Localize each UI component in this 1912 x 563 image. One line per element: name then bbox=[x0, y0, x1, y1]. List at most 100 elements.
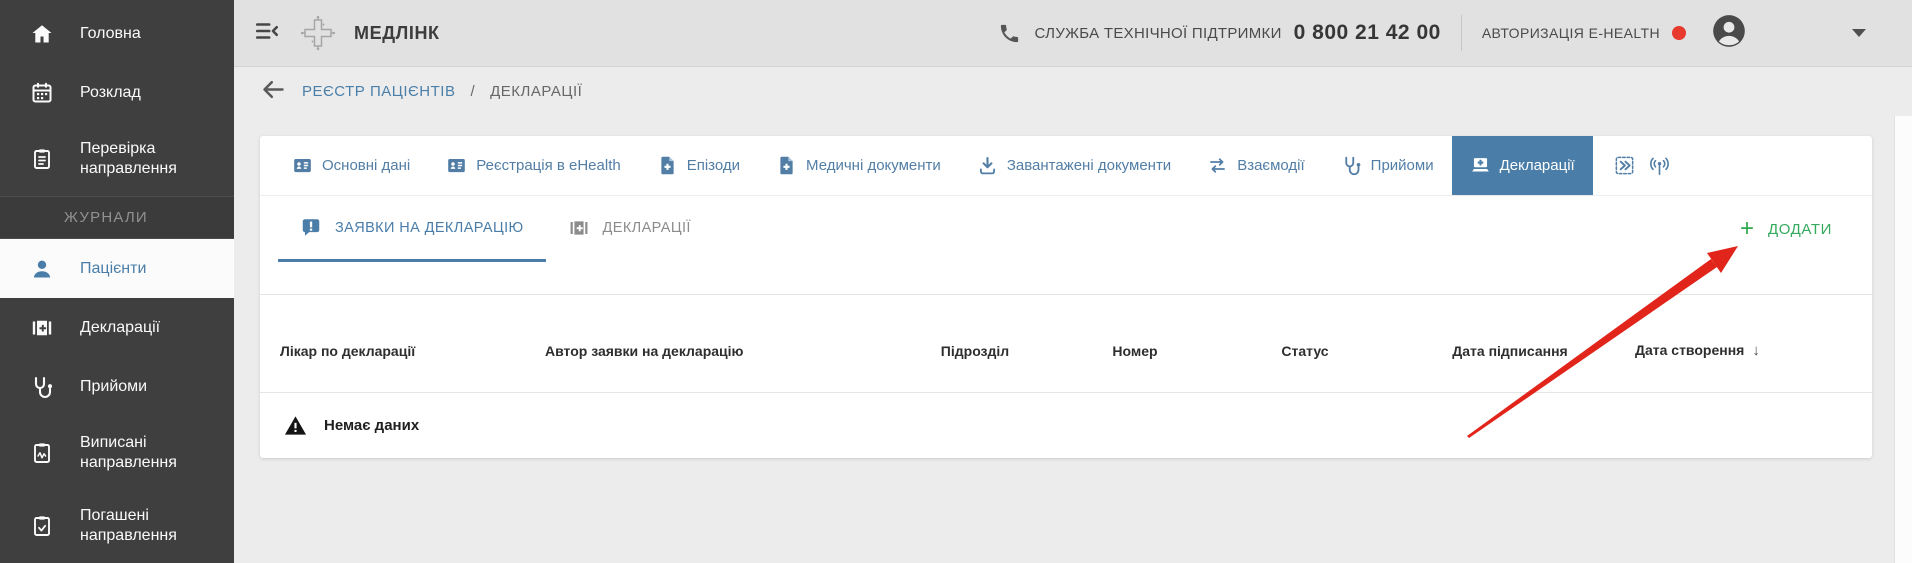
declarations-subtab-bar: ЗАЯВКИ НА ДЕКЛАРАЦІЮ ДЕКЛАРАЦІЇ + ДОДАТИ bbox=[260, 196, 1872, 295]
tab[interactable]: Завантажені документи bbox=[959, 136, 1189, 195]
patient-tabs-row: Основні дані Реєстрація в eHealth Епізоди М… bbox=[260, 136, 1872, 196]
tab[interactable] bbox=[1599, 136, 1685, 195]
tab[interactable]: Декларації bbox=[1452, 136, 1593, 195]
subtab-label: ЗАЯВКИ НА ДЕКЛАРАЦІЮ bbox=[335, 220, 524, 236]
sidebar-nav: Головна Розклад Перевірка направлення ЖУРНА… bbox=[0, 0, 234, 563]
collapse-sidebar-button[interactable] bbox=[254, 18, 280, 49]
sidebar-item[interactable]: Погашені направлення bbox=[0, 490, 234, 563]
tab[interactable]: Медичні документи bbox=[758, 136, 959, 195]
clipboard-pulse-icon bbox=[30, 441, 54, 465]
person-icon bbox=[30, 257, 54, 281]
ehealth-status-dot bbox=[1672, 26, 1686, 40]
sidebar-item-label: Декларації bbox=[80, 318, 160, 338]
breadcrumb-separator: / bbox=[470, 83, 475, 100]
empty-state-text: Немає даних bbox=[324, 417, 419, 434]
medlink-logo-icon bbox=[294, 15, 336, 51]
top-header: МЕДЛІНК СЛУЖБА ТЕХНІЧНОЇ ПІДТРИМКИ 0 800… bbox=[234, 0, 1912, 67]
home-icon bbox=[30, 22, 54, 46]
sidebar-item-label: Розклад bbox=[80, 83, 141, 103]
tab-label: Реєстрація в eHealth bbox=[476, 157, 620, 174]
tab[interactable]: Епізоди bbox=[639, 136, 758, 195]
add-button-label: ДОДАТИ bbox=[1768, 221, 1832, 238]
tab-label: Медичні документи bbox=[806, 157, 941, 174]
tab[interactable]: Взаємодії bbox=[1189, 136, 1322, 195]
tab[interactable]: Реєстрація в eHealth bbox=[428, 136, 638, 195]
laptop-medical-icon bbox=[1470, 155, 1491, 176]
file-plus-icon bbox=[657, 155, 678, 176]
file-plus-icon bbox=[776, 155, 797, 176]
support-label: СЛУЖБА ТЕХНІЧНОЇ ПІДТРИМКИ bbox=[1035, 25, 1282, 42]
calendar-icon bbox=[30, 81, 54, 105]
column-header-label: Підрозділ bbox=[941, 343, 1009, 359]
tab-label: Декларації bbox=[1500, 157, 1575, 174]
clipboard-check-icon bbox=[30, 514, 54, 538]
column-header[interactable]: Підрозділ bbox=[905, 343, 1045, 359]
sort-desc-icon: ↓ bbox=[1752, 342, 1760, 359]
card-plus-icon bbox=[30, 316, 54, 340]
sidebar-section-label: ЖУРНАЛИ bbox=[0, 196, 234, 239]
chevron-down-icon[interactable] bbox=[1852, 29, 1866, 37]
header-divider bbox=[1461, 15, 1462, 51]
empty-state-row: Немає даних bbox=[260, 393, 1872, 457]
column-header-label: Дата підписання bbox=[1452, 343, 1567, 359]
patient-card-panel: Основні дані Реєстрація в eHealth Епізоди М… bbox=[260, 136, 1872, 458]
sidebar-item[interactable]: Виписані направлення bbox=[0, 417, 234, 490]
table-header-row: Лікар по деклараціїАвтор заявки на декла… bbox=[260, 295, 1872, 393]
tab-label: Епізоди bbox=[687, 157, 740, 174]
menu-collapse-icon bbox=[254, 18, 280, 44]
column-header-label: Автор заявки на декларацію bbox=[545, 343, 744, 359]
sidebar-item-label: Перевірка направлення bbox=[80, 139, 230, 179]
tab[interactable]: Прийоми bbox=[1323, 136, 1452, 195]
column-header-label: Номер bbox=[1112, 343, 1157, 359]
stethoscope-icon bbox=[30, 375, 54, 399]
phone-icon bbox=[998, 22, 1021, 45]
column-header[interactable]: Номер bbox=[1045, 343, 1225, 359]
column-header[interactable]: Дата створення ↓ bbox=[1635, 342, 1852, 359]
sidebar-item[interactable]: Декларації bbox=[0, 298, 234, 357]
subtab[interactable]: ЗАЯВКИ НА ДЕКЛАРАЦІЮ bbox=[278, 196, 546, 262]
tab[interactable]: Основні дані bbox=[274, 136, 428, 195]
column-header[interactable]: Дата підписання bbox=[1385, 343, 1635, 359]
subtab-label: ДЕКЛАРАЦІЇ bbox=[603, 220, 691, 236]
id-card-icon bbox=[292, 155, 313, 176]
sidebar-item[interactable]: Розклад bbox=[0, 63, 234, 122]
id-card-icon bbox=[446, 155, 467, 176]
plus-icon: + bbox=[1740, 217, 1754, 241]
column-header[interactable]: Лікар по декларації bbox=[280, 343, 545, 359]
stethoscope-icon bbox=[1341, 155, 1362, 176]
sidebar-item-label: Погашені направлення bbox=[80, 506, 230, 546]
add-declaration-button[interactable]: + ДОДАТИ bbox=[1740, 196, 1832, 262]
subtabs-group: ЗАЯВКИ НА ДЕКЛАРАЦІЮ ДЕКЛАРАЦІЇ bbox=[278, 196, 713, 262]
sidebar-item[interactable]: Прийоми bbox=[0, 358, 234, 417]
breadcrumb-current: ДЕКЛАРАЦІЇ bbox=[490, 83, 582, 100]
support-phone: 0 800 21 42 00 bbox=[1294, 21, 1441, 45]
sidebar-item[interactable]: Головна bbox=[0, 4, 234, 63]
tab-label: Взаємодії bbox=[1237, 157, 1304, 174]
back-button[interactable] bbox=[260, 76, 287, 108]
sidebar-item[interactable]: Перевірка направлення bbox=[0, 123, 234, 196]
subtab[interactable]: ДЕКЛАРАЦІЇ bbox=[546, 196, 713, 262]
tab-label: Завантажені документи bbox=[1007, 157, 1171, 174]
card-plus-icon bbox=[568, 217, 590, 239]
antenna-icon bbox=[1648, 154, 1671, 177]
stamp-forward-icon bbox=[1613, 154, 1636, 177]
brand-title: МЕДЛІНК bbox=[354, 23, 440, 44]
app-window: Головна Розклад Перевірка направлення ЖУРНА… bbox=[0, 0, 1912, 563]
vertical-scrollbar[interactable] bbox=[1894, 116, 1912, 563]
avatar-icon bbox=[1710, 12, 1748, 50]
sidebar-item-label: Прийоми bbox=[80, 377, 147, 397]
user-avatar[interactable] bbox=[1710, 12, 1748, 55]
column-header-label: Статус bbox=[1281, 343, 1328, 359]
sidebar-item-label: Пацієнти bbox=[80, 259, 146, 279]
exchange-icon bbox=[1207, 155, 1228, 176]
arrow-left-icon bbox=[260, 76, 287, 103]
warning-triangle-icon bbox=[284, 414, 307, 437]
comment-exclamation-icon bbox=[300, 217, 322, 239]
column-header[interactable]: Статус bbox=[1225, 343, 1385, 359]
sidebar-item[interactable]: Пацієнти bbox=[0, 239, 234, 298]
column-header[interactable]: Автор заявки на декларацію bbox=[545, 343, 905, 359]
ehealth-auth-label[interactable]: АВТОРИЗАЦІЯ E-HEALTH bbox=[1482, 25, 1660, 41]
breadcrumb-parent-link[interactable]: РЕЄСТР ПАЦІЄНТІВ bbox=[302, 83, 455, 100]
column-header-label: Дата створення bbox=[1635, 342, 1744, 358]
header-right-group: СЛУЖБА ТЕХНІЧНОЇ ПІДТРИМКИ 0 800 21 42 0… bbox=[998, 12, 1866, 55]
